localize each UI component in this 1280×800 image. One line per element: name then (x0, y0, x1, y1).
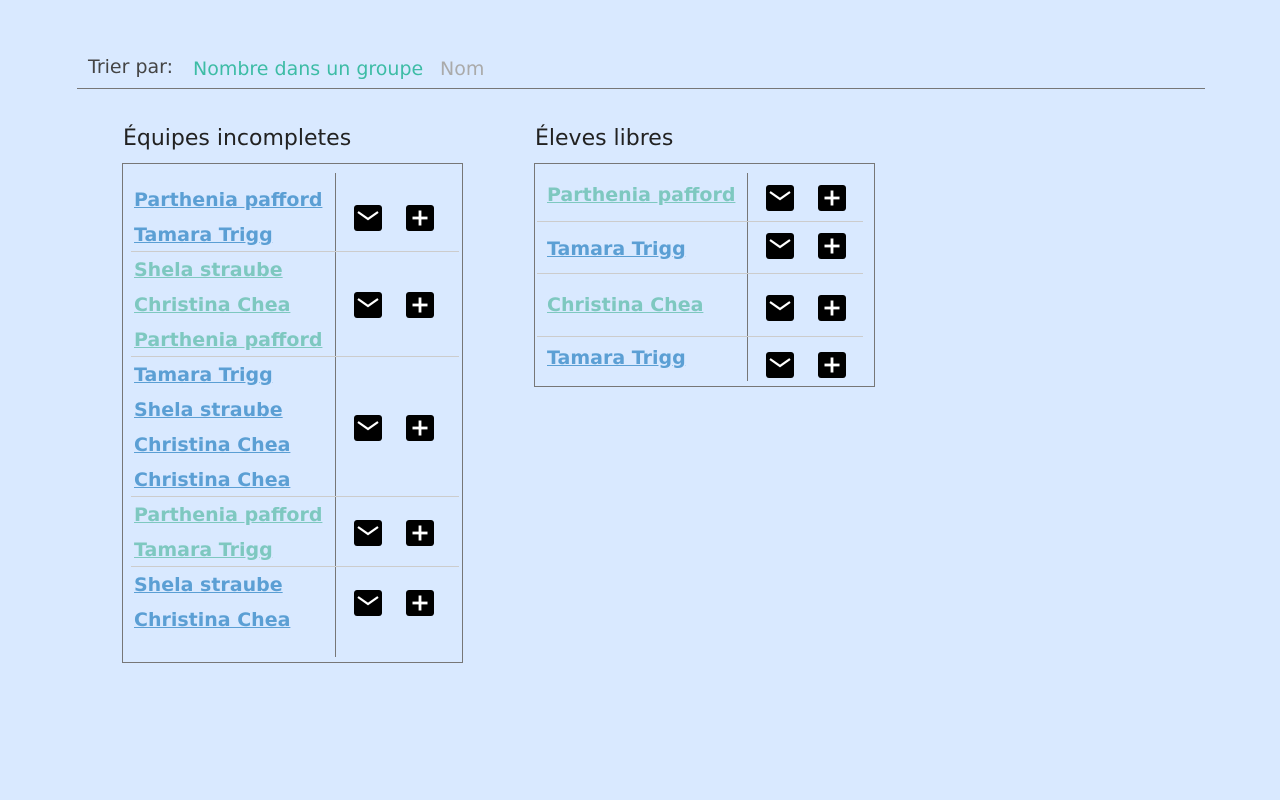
mail-icon[interactable] (354, 292, 382, 318)
add-icon[interactable] (818, 185, 846, 211)
sort-option-group-count[interactable]: Nombre dans un groupe (193, 58, 423, 80)
mail-icon[interactable] (354, 204, 382, 231)
member-name[interactable]: Christina Chea (134, 294, 290, 316)
add-icon[interactable] (818, 295, 846, 321)
member-name[interactable]: Christina Chea (134, 434, 290, 456)
team-separator (131, 251, 459, 252)
mail-icon[interactable] (766, 352, 794, 378)
add-icon[interactable] (406, 519, 434, 546)
mail-icon[interactable] (766, 295, 794, 321)
student-name[interactable]: Parthenia pafford (547, 184, 735, 206)
member-name[interactable]: Shela straube (134, 259, 283, 281)
mail-icon[interactable] (766, 233, 794, 259)
free-students-panel: Parthenia pafford Tamara Trigg Christina C… (534, 163, 875, 387)
row-separator (537, 273, 863, 274)
sort-label: Trier par: (88, 56, 174, 78)
member-name[interactable]: Parthenia pafford (134, 329, 322, 351)
team-separator (131, 356, 459, 357)
sort-option-name[interactable]: Nom (440, 58, 484, 80)
mail-icon[interactable] (766, 185, 794, 211)
member-name[interactable]: Parthenia pafford (134, 189, 322, 211)
member-name[interactable]: Tamara Trigg (134, 539, 273, 561)
add-icon[interactable] (406, 589, 434, 616)
add-icon[interactable] (406, 204, 434, 231)
row-separator (537, 221, 863, 222)
member-name[interactable]: Tamara Trigg (134, 364, 273, 386)
student-name[interactable]: Tamara Trigg (547, 238, 686, 260)
add-icon[interactable] (406, 414, 434, 441)
add-icon[interactable] (818, 233, 846, 259)
free-students-title: Éleves libres (535, 126, 674, 151)
sort-bar: Trier par: Nombre dans un groupe Nom (77, 52, 1205, 89)
member-name[interactable]: Shela straube (134, 574, 283, 596)
column-divider (335, 173, 336, 657)
student-name[interactable]: Christina Chea (547, 294, 703, 316)
member-name[interactable]: Tamara Trigg (134, 224, 273, 246)
mail-icon[interactable] (354, 519, 382, 546)
member-name[interactable]: Shela straube (134, 399, 283, 421)
row-separator (537, 336, 863, 337)
add-icon[interactable] (818, 352, 846, 378)
team-separator (131, 496, 459, 497)
student-name[interactable]: Tamara Trigg (547, 347, 686, 369)
member-name[interactable]: Christina Chea (134, 469, 290, 491)
incomplete-teams-panel: Parthenia pafford Tamara Trigg Shela strau… (122, 163, 463, 663)
mail-icon[interactable] (354, 589, 382, 616)
member-name[interactable]: Parthenia pafford (134, 504, 322, 526)
incomplete-teams-title: Équipes incompletes (123, 126, 352, 151)
column-divider (747, 173, 748, 381)
mail-icon[interactable] (354, 414, 382, 441)
add-icon[interactable] (406, 292, 434, 318)
team-separator (131, 566, 459, 567)
member-name[interactable]: Christina Chea (134, 609, 290, 631)
